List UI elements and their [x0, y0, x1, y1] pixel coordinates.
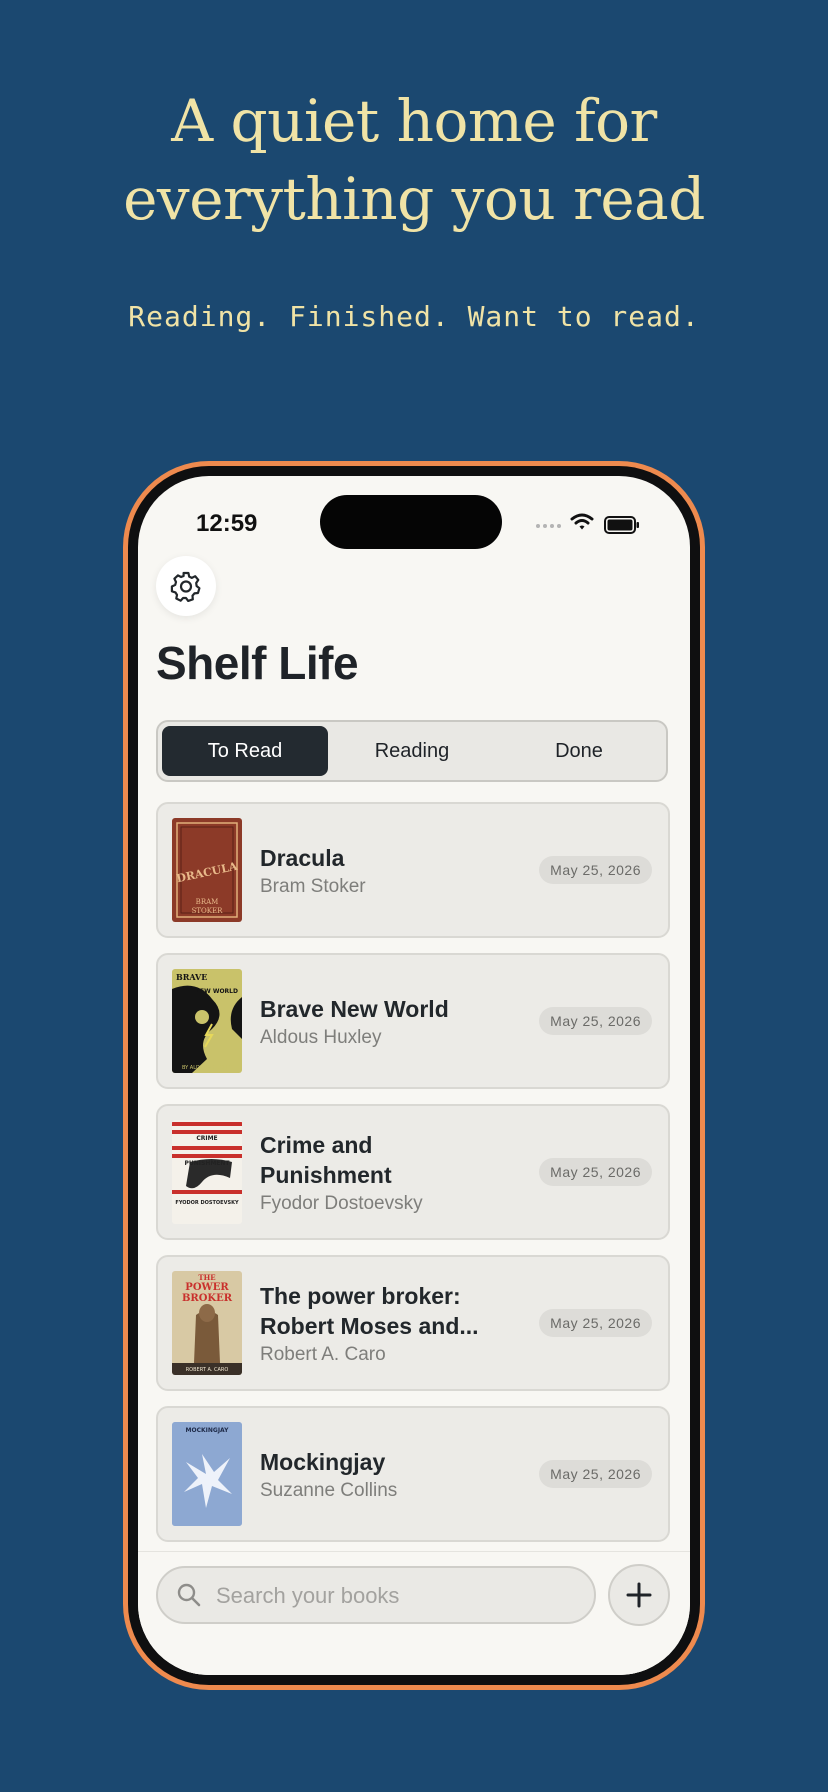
cover-text: CRIME: [196, 1135, 217, 1142]
book-title: Brave New World: [260, 995, 449, 1022]
cover-text: BROKER: [182, 1293, 233, 1304]
book-card[interactable]: CRIME PUNISHMENT FYODOR DOSTOEVSKY Crime…: [156, 1104, 670, 1240]
book-cover-image: BRAVE NEW WORLD BY ALDOUS HUXLEY: [172, 969, 242, 1073]
cover-text: BRAM: [196, 898, 219, 906]
book-info: Crime and Punishment Fyodor Dostoevsky: [260, 1106, 490, 1238]
book-cover-image: MOCKINGJAY: [172, 1422, 242, 1526]
tab-to-read[interactable]: To Read: [162, 726, 328, 776]
book-card[interactable]: THE POWER BROKER ROBERT A. CARO The powe…: [156, 1255, 670, 1391]
book-author: Aldous Huxley: [260, 1026, 382, 1048]
cover-text: PUNISHMENT: [184, 1160, 230, 1167]
tab-done[interactable]: Done: [496, 726, 662, 776]
search-input[interactable]: [214, 1576, 578, 1616]
battery-icon: [604, 516, 639, 534]
gear-icon: [170, 571, 201, 602]
wifi-icon: [570, 513, 594, 530]
book-info: Mockingjay Suzanne Collins: [260, 1408, 490, 1540]
cover-text: THE: [198, 1273, 215, 1282]
book-author: Suzanne Collins: [260, 1479, 398, 1501]
search-icon: [177, 1583, 201, 1607]
cover-text: POWER: [185, 1282, 229, 1293]
date-added-badge: May 25, 2026: [539, 1309, 652, 1337]
cover-text: STOKER: [192, 907, 224, 915]
tab-reading[interactable]: Reading: [329, 726, 495, 776]
book-card[interactable]: MOCKINGJAY Mockingjay Suzanne Collins Ma…: [156, 1406, 670, 1542]
book-cover-image: CRIME PUNISHMENT FYODOR DOSTOEVSKY: [172, 1120, 242, 1224]
cover-text: ROBERT A. CARO: [186, 1367, 229, 1373]
phone-bezel: 12:59 Shelf Life To Read Reading Done DR…: [128, 466, 700, 1685]
status-segmented-control: To Read Reading Done: [156, 720, 668, 782]
book-author: Robert A. Caro: [260, 1343, 386, 1365]
book-card[interactable]: BRAVE NEW WORLD BY ALDOUS HUXLEY Brave N…: [156, 953, 670, 1089]
promo-headline-line-2: everything you read: [123, 165, 705, 233]
promo-subline: Reading. Finished. Want to read.: [128, 300, 700, 333]
cover-text: BRAVE: [176, 972, 207, 982]
search-field[interactable]: [156, 1566, 596, 1624]
book-info: Dracula Bram Stoker: [260, 804, 490, 936]
plus-icon: [626, 1582, 652, 1608]
book-author: Bram Stoker: [260, 875, 366, 897]
promo-headline: A quiet home for everything you read: [0, 82, 828, 238]
add-book-button[interactable]: [608, 1564, 670, 1626]
status-time: 12:59: [196, 510, 258, 537]
book-cover-image: DRACULA BRAM STOKER: [172, 818, 242, 922]
book-info: Brave New World Aldous Huxley: [260, 955, 490, 1087]
book-title: The power broker: Robert Moses and...: [260, 1282, 479, 1339]
date-added-badge: May 25, 2026: [539, 1007, 652, 1035]
book-author: Fyodor Dostoevsky: [260, 1192, 423, 1214]
date-added-badge: May 25, 2026: [539, 1460, 652, 1488]
book-title: Crime and Punishment: [260, 1131, 392, 1188]
date-added-badge: May 25, 2026: [539, 1158, 652, 1186]
cover-text: MOCKINGJAY: [186, 1427, 230, 1434]
app-title: Shelf Life: [156, 637, 359, 689]
book-info: The power broker: Robert Moses and... Ro…: [260, 1257, 490, 1389]
dynamic-island: [320, 495, 502, 549]
bottom-bar: [138, 1551, 690, 1675]
book-title: Dracula: [260, 844, 345, 871]
cover-text: NEW WORLD: [195, 988, 238, 995]
date-added-badge: May 25, 2026: [539, 856, 652, 884]
settings-button[interactable]: [156, 556, 216, 616]
promo-headline-line-1: A quiet home for: [171, 87, 657, 155]
phone-screen: 12:59 Shelf Life To Read Reading Done DR…: [138, 476, 690, 1675]
book-cover-image: THE POWER BROKER ROBERT A. CARO: [172, 1271, 242, 1375]
cover-text: BY ALDOUS HUXLEY: [182, 1065, 233, 1071]
signal-icon: [536, 524, 561, 528]
book-card[interactable]: DRACULA BRAM STOKER Dracula Bram Stoker …: [156, 802, 670, 938]
book-title: Mockingjay: [260, 1448, 386, 1475]
cover-text: FYODOR DOSTOEVSKY: [175, 1200, 239, 1206]
phone-frame: 12:59 Shelf Life To Read Reading Done DR…: [123, 461, 705, 1690]
